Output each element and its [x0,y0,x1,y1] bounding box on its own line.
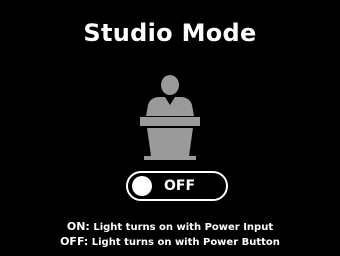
studio-mode-screen: Studio Mode OFF ON: Light turns on with … [0,0,340,256]
help-off-key: OFF: [60,235,89,248]
speaker-at-podium-icon [140,75,200,160]
help-off-line: OFF: Light turns on with Power Button [0,235,340,250]
studio-mode-toggle[interactable]: OFF [126,171,228,201]
page-title: Studio Mode [83,19,257,47]
help-on-key: ON: [66,220,90,233]
help-off-text: Light turns on with Power Button [88,237,280,248]
help-on-text: Light turns on with Power Input [89,222,274,233]
help-on-line: ON: Light turns on with Power Input [0,220,340,235]
toggle-knob [132,176,152,196]
toggle-state-label: OFF [164,178,196,194]
